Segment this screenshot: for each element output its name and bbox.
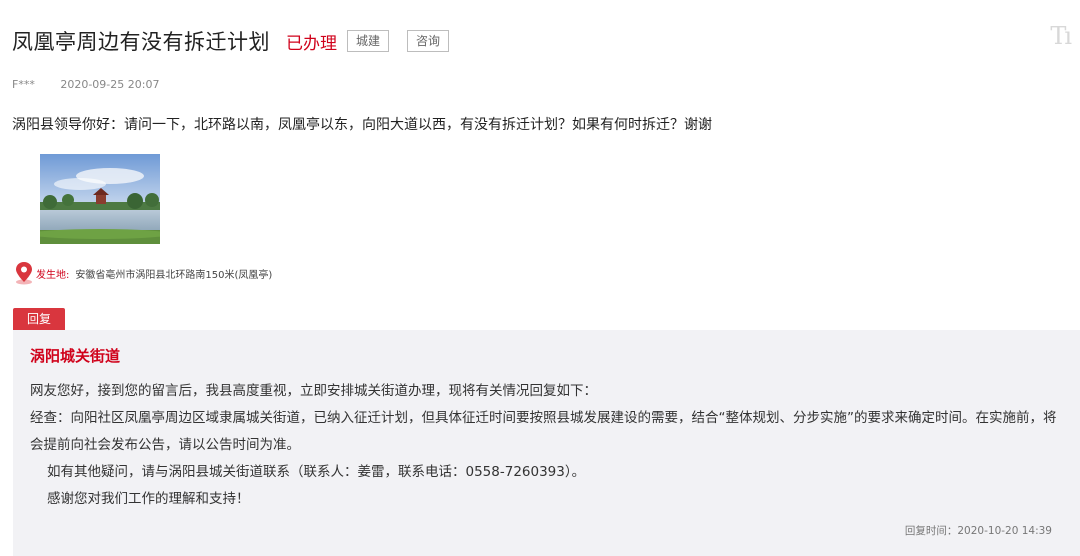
reply-paragraph: 感谢您对我们工作的理解和支持！ (47, 491, 250, 507)
attached-photo[interactable] (40, 154, 160, 244)
reply-paragraph: 网友您好，接到您的留言后，我县高度重视，立即安排城关街道办理，现将有关情况回复如… (30, 383, 597, 399)
font-size-icon[interactable]: Tı (1050, 22, 1072, 50)
post-time: 2020-09-25 20:07 (60, 78, 160, 91)
reply-department: 涡阳城关街道 (30, 347, 121, 365)
reply-badge: 回复 (13, 308, 65, 330)
page-title: 凤凰亭周边有没有拆迁计划 (12, 30, 270, 54)
post-meta: F*** 2020-09-25 20:07 (12, 78, 159, 91)
tag-category[interactable]: 城建 (347, 30, 390, 52)
title-row: 凤凰亭周边有没有拆迁计划 已办理 城建 咨询 (12, 26, 450, 56)
reply-time: 回复时间：2020-10-20 14:39 (904, 525, 1052, 537)
reply-body: 网友您好，接到您的留言后，我县高度重视，立即安排城关街道办理，现将有关情况回复如… (30, 378, 1062, 513)
reply-paragraph: 如有其他疑问，请与涡阳县城关街道联系（联系人：姜雷，联系电话：0558-7260… (47, 464, 586, 480)
location-address: 安徽省亳州市涡阳县北环路南150米(凤凰亭) (75, 269, 273, 281)
map-pin-icon (12, 260, 36, 286)
reply-paragraph: 经查：向阳社区凤凰亭周边区域隶属城关街道，已纳入征迁计划，但具体征迁时间要按照县… (30, 410, 1057, 453)
author-name: F*** (12, 78, 35, 91)
reply-panel: 涡阳城关街道 网友您好，接到您的留言后，我县高度重视，立即安排城关街道办理，现将… (13, 330, 1080, 556)
question-text: 涡阳县领导你好：请问一下，北环路以南，凤凰亭以东，向阳大道以西，有没有拆迁计划？… (12, 117, 712, 133)
location-row: 发生地: 安徽省亳州市涡阳县北环路南150米(凤凰亭) (12, 260, 272, 286)
status-label: 已办理 (286, 33, 337, 54)
tag-type[interactable]: 咨询 (407, 30, 450, 52)
location-label: 发生地: (36, 269, 70, 281)
